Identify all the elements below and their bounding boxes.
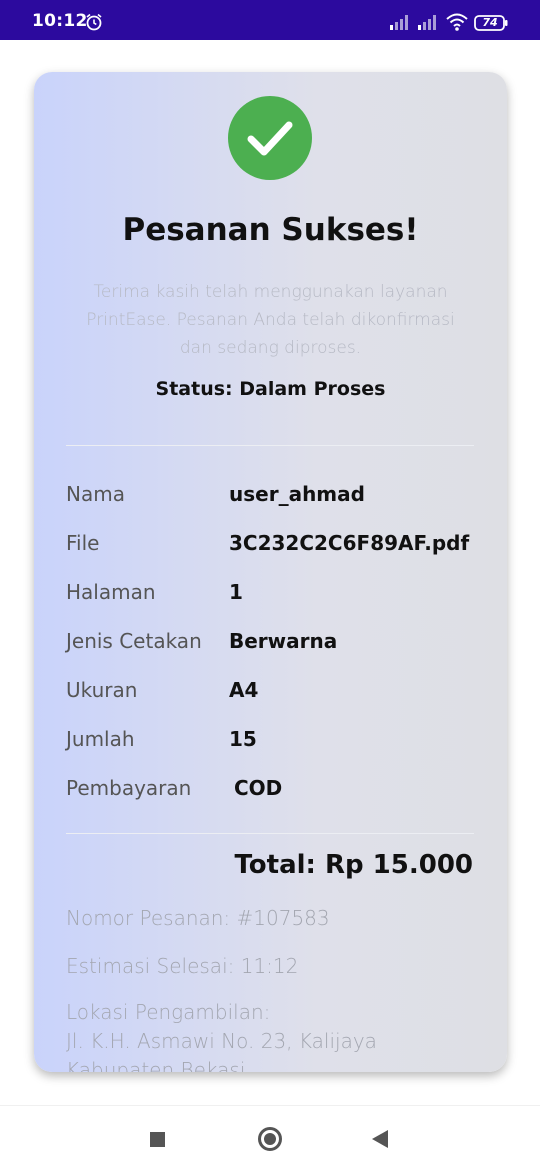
detail-label-pembayaran: Pembayaran: [66, 776, 192, 800]
wifi-icon: [446, 13, 468, 31]
signal-icon: [390, 15, 408, 30]
status-bar: 10:12 74: [0, 0, 540, 40]
order-success-card: Pesanan Sukses! Terima kasih telah mengg…: [34, 72, 507, 1072]
home-circle-icon[interactable]: [258, 1127, 282, 1151]
detail-value-halaman: 1: [229, 580, 243, 604]
detail-label-halaman: Halaman: [66, 580, 156, 604]
status-time: 10:12: [32, 11, 88, 31]
pickup-location-label: Lokasi Pengambilan:: [66, 1000, 271, 1024]
pickup-address-line2: Kabupaten Bekasi: [66, 1058, 246, 1072]
detail-value-jumlah: 15: [229, 727, 257, 751]
battery-level: 74: [482, 16, 498, 29]
order-total: Total: Rp 15.000: [234, 850, 474, 880]
signal-icon: [418, 15, 436, 30]
detail-value-ukuran: A4: [229, 678, 259, 702]
detail-label-ukuran: Ukuran: [66, 678, 138, 702]
divider: [66, 833, 474, 834]
detail-label-nama: Nama: [66, 482, 125, 506]
order-number: Nomor Pesanan: #107583: [66, 906, 330, 930]
recents-square-icon[interactable]: [150, 1132, 165, 1147]
back-triangle-icon[interactable]: [372, 1130, 388, 1148]
page-title: Pesanan Sukses!: [122, 212, 419, 248]
pickup-address-line1: Jl. K.H. Asmawi No. 23, Kalijaya: [66, 1029, 377, 1053]
confirmation-message: Terima kasih telah menggunakan layanan P…: [86, 282, 455, 358]
detail-label-jumlah: Jumlah: [66, 727, 135, 751]
detail-label-file: File: [66, 531, 100, 555]
system-nav-bar: [0, 1105, 540, 1170]
estimated-completion: Estimasi Selesai: 11:12: [66, 954, 299, 978]
detail-label-jenis-cetakan: Jenis Cetakan: [66, 629, 202, 653]
detail-value-jenis-cetakan: Berwarna: [229, 629, 338, 653]
detail-value-pembayaran: COD: [234, 776, 283, 800]
alarm-icon: [86, 13, 102, 31]
detail-value-file: 3C232C2C6F89AF.pdf: [229, 531, 470, 555]
order-status: Status: Dalam Proses: [155, 378, 386, 400]
divider: [66, 445, 474, 446]
check-circle-icon: [228, 96, 312, 180]
detail-value-nama: user_ahmad: [229, 482, 365, 506]
